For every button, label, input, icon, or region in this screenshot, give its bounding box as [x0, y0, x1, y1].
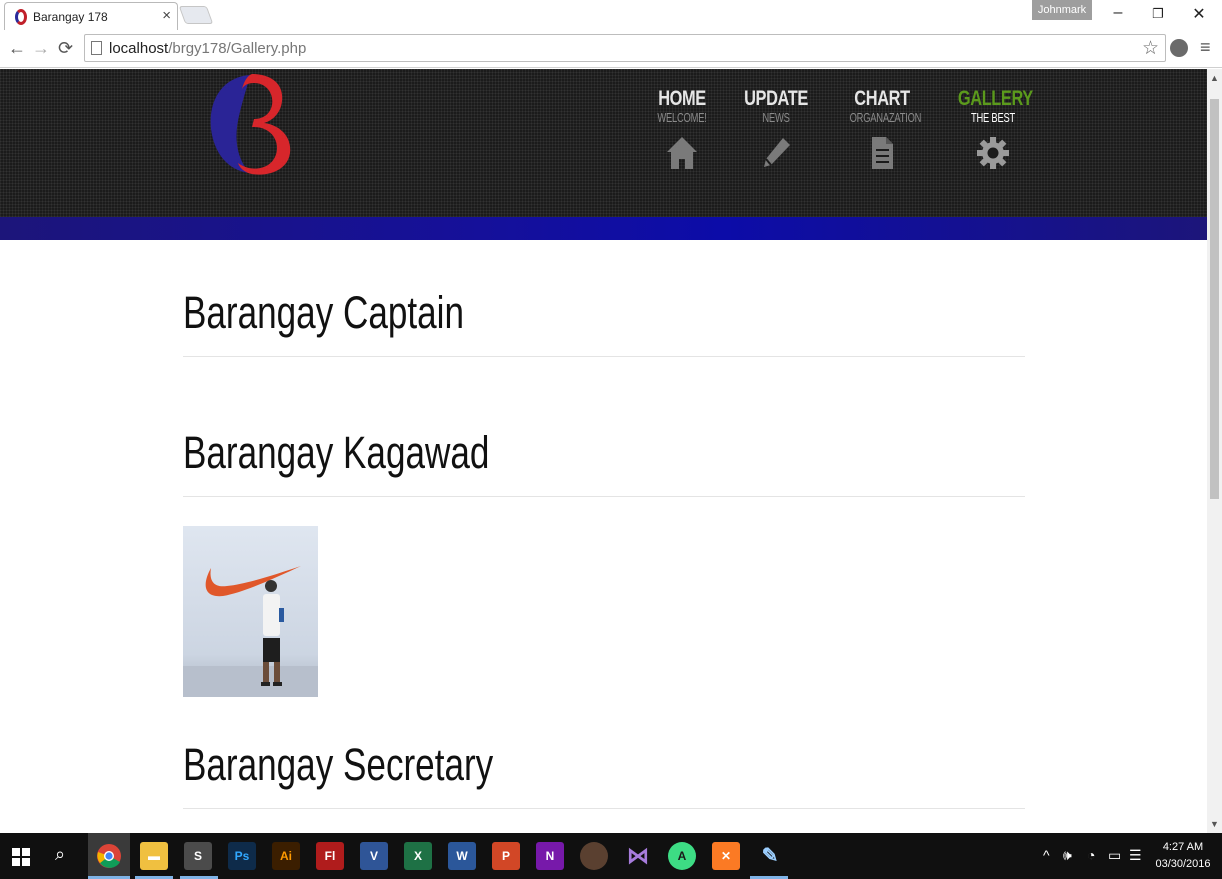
- close-tab-icon[interactable]: ×: [162, 7, 171, 24]
- site-favicon-icon: [15, 9, 27, 25]
- kagawad-photo[interactable]: [183, 526, 318, 697]
- sublime-icon[interactable]: S: [184, 842, 212, 870]
- visio-icon[interactable]: V: [360, 842, 388, 870]
- volume-icon[interactable]: 🕪: [1063, 847, 1072, 864]
- section-title-captain: Barangay Captain: [183, 287, 464, 338]
- chrome-taskbar-button[interactable]: [88, 833, 130, 879]
- illustrator-icon[interactable]: Ai: [272, 842, 300, 870]
- tab-title: Barangay 178: [33, 10, 108, 24]
- page-viewport: HOME WELCOME! UPDATE NEWS CHART ORGANAZA…: [0, 69, 1207, 833]
- forward-arrow-icon[interactable]: →: [32, 38, 50, 59]
- document-icon: [872, 137, 893, 169]
- reload-icon[interactable]: ⟳: [58, 38, 73, 59]
- windows-start-icon[interactable]: [12, 848, 30, 866]
- scroll-up-arrow-icon[interactable]: ▲: [1210, 73, 1219, 83]
- divider: [183, 356, 1025, 357]
- scroll-down-arrow-icon[interactable]: ▼: [1210, 819, 1219, 829]
- powerpoint-icon[interactable]: P: [492, 842, 520, 870]
- file-explorer-icon[interactable]: ▬: [140, 842, 168, 870]
- url-text: localhost/brgy178/Gallery.php: [109, 40, 307, 57]
- onenote-icon[interactable]: N: [536, 842, 564, 870]
- search-icon[interactable]: ⌕: [55, 844, 65, 865]
- vertical-scrollbar[interactable]: ▲ ▼: [1207, 69, 1222, 833]
- flash-icon[interactable]: Fl: [316, 842, 344, 870]
- nav-chart[interactable]: CHART ORGANAZATION: [837, 87, 927, 171]
- header-band: [0, 217, 1207, 240]
- close-window-button[interactable]: ✕: [1189, 4, 1209, 24]
- xampp-icon[interactable]: ✕: [712, 842, 740, 870]
- chrome-icon: [97, 844, 121, 868]
- barangay-logo[interactable]: [208, 71, 294, 177]
- divider: [183, 808, 1025, 809]
- scroll-thumb[interactable]: [1210, 99, 1219, 499]
- bookmark-star-icon[interactable]: ☆: [1142, 37, 1159, 60]
- browser-toolbar: ← → ⟳ localhost/brgy178/Gallery.php ☆ ≡: [0, 30, 1222, 68]
- tab-strip: Barangay 178 × Johnmark – ❐ ✕: [0, 0, 1222, 30]
- address-bar[interactable]: localhost/brgy178/Gallery.php ☆: [84, 34, 1166, 62]
- nav-gallery[interactable]: GALLERY THE BEST: [948, 87, 1038, 171]
- browser-tab[interactable]: Barangay 178 ×: [4, 2, 178, 30]
- android-studio-icon[interactable]: A: [668, 842, 696, 870]
- clock-date: 03/30/2016: [1155, 858, 1211, 870]
- excel-icon[interactable]: X: [404, 842, 432, 870]
- minimize-button[interactable]: –: [1108, 4, 1128, 22]
- taskbar-clock[interactable]: 4:27 AM 03/30/2016: [1150, 839, 1216, 873]
- photoshop-icon[interactable]: Ps: [228, 842, 256, 870]
- show-hidden-icons-icon[interactable]: ^: [1043, 847, 1050, 863]
- gear-icon: [977, 137, 1009, 169]
- section-title-secretary: Barangay Secretary: [183, 739, 494, 790]
- restore-button[interactable]: ❐: [1148, 6, 1168, 22]
- menu-icon[interactable]: ≡: [1200, 37, 1211, 58]
- extension-icon[interactable]: [1170, 39, 1188, 57]
- person-icon[interactable]: [580, 842, 608, 870]
- word-icon[interactable]: W: [448, 842, 476, 870]
- clock-time: 4:27 AM: [1162, 841, 1204, 853]
- section-title-kagawad: Barangay Kagawad: [183, 427, 490, 478]
- visual-studio-icon[interactable]: ⋈: [624, 842, 652, 870]
- home-icon: [667, 137, 697, 169]
- kagawad-photo-image: [183, 526, 318, 697]
- nav-home[interactable]: HOME WELCOME!: [637, 87, 727, 171]
- divider: [183, 496, 1025, 497]
- paint-icon[interactable]: ✎: [756, 842, 784, 870]
- back-arrow-icon[interactable]: ←: [8, 38, 26, 59]
- battery-icon[interactable]: ▭: [1108, 847, 1121, 864]
- pencil-icon: [764, 138, 790, 167]
- notifications-icon[interactable]: ☰: [1129, 847, 1142, 864]
- new-tab-button[interactable]: [178, 6, 214, 24]
- profile-badge[interactable]: Johnmark: [1032, 0, 1092, 20]
- wifi-icon[interactable]: ◔: [1087, 847, 1095, 863]
- taskbar: ⌕ ▬ S Ps Ai Fl V X W P N ⋈ A ✕ ✎ ^ 🕪 ◔ ▭…: [0, 833, 1222, 879]
- site-header: HOME WELCOME! UPDATE NEWS CHART ORGANAZA…: [0, 69, 1207, 217]
- page-icon: [91, 41, 102, 55]
- nav-update[interactable]: UPDATE NEWS: [731, 87, 821, 171]
